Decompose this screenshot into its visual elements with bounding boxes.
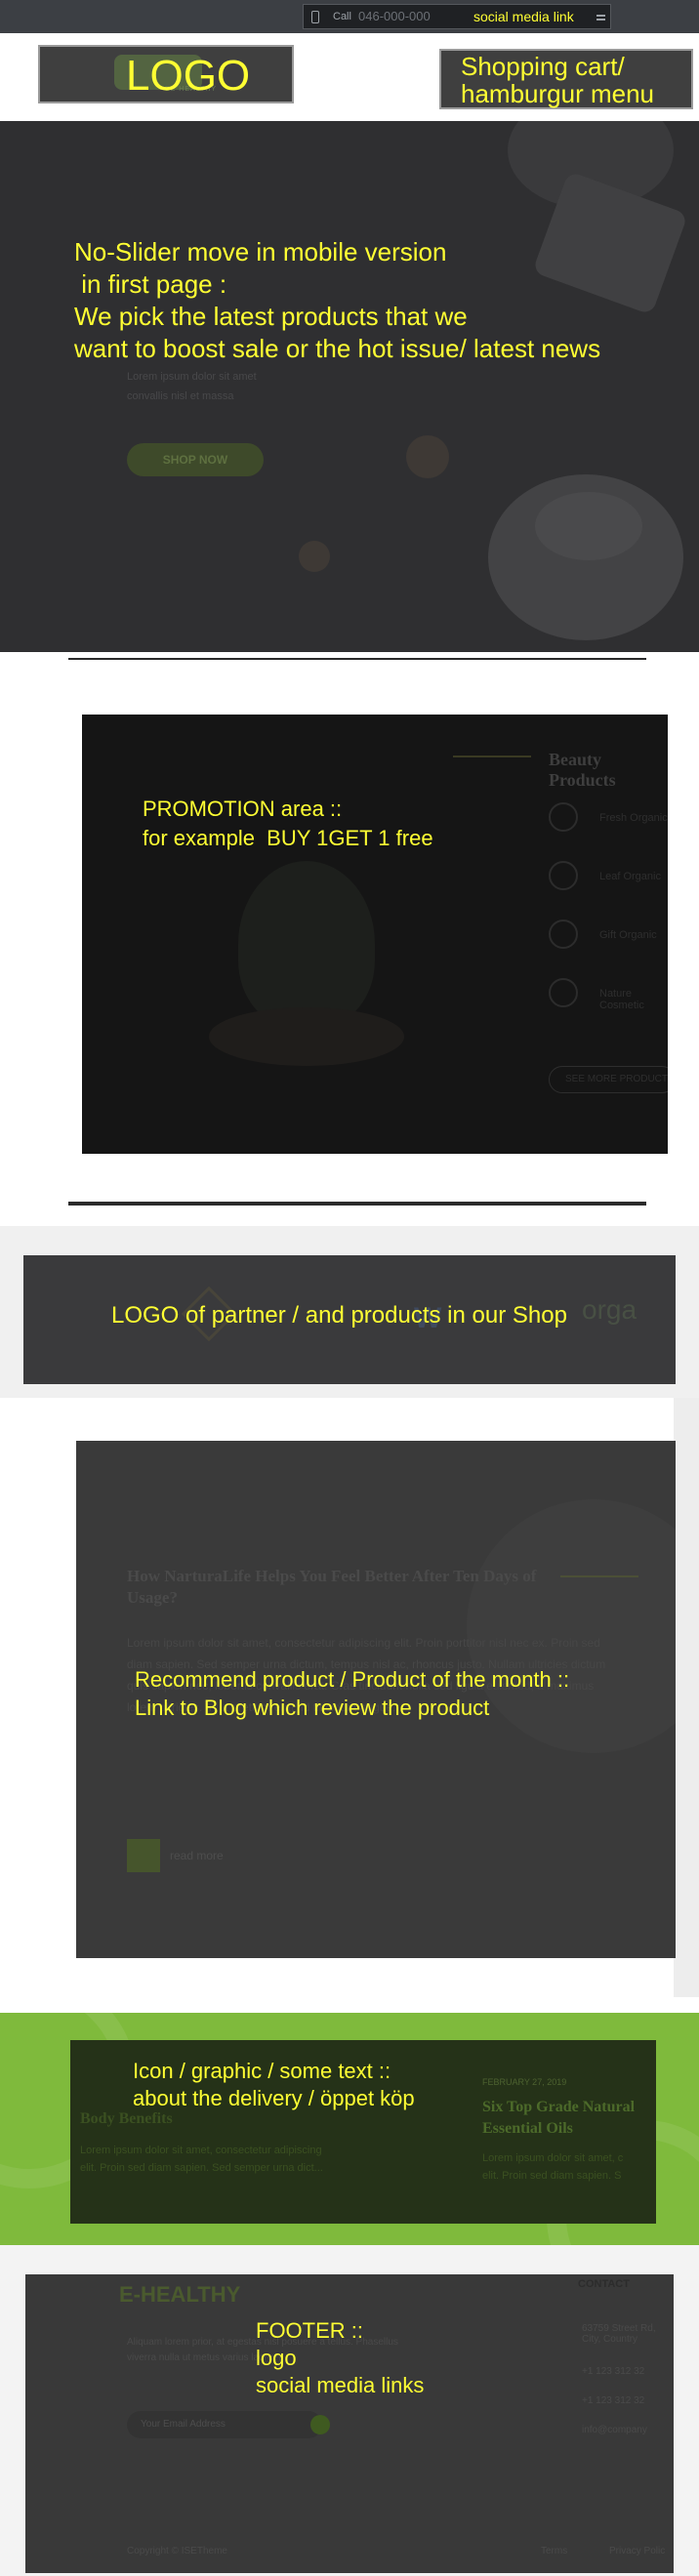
promo-feature: Fresh Organic (599, 812, 668, 824)
logo-placeholder[interactable]: BE HEALTHY LOGO (38, 45, 294, 103)
section-gap (0, 1997, 699, 2013)
post-excerpt: Lorem ipsum dolor sit amet, consectetur … (80, 2145, 323, 2174)
post-excerpt: Lorem ipsum dolor sit amet, c elit. Proi… (482, 2152, 624, 2182)
promotion-annotation: PROMOTION area :: for example BUY 1GET 1… (143, 797, 433, 850)
leaf-icon (549, 861, 578, 890)
terms-link[interactable]: Terms (541, 2546, 567, 2556)
phone-icon (311, 11, 319, 23)
arrow-right-icon[interactable] (127, 1839, 160, 1872)
promo-feature: Nature Cosmetic (599, 988, 644, 1011)
menu-icon[interactable] (596, 15, 605, 20)
hero-body-text: convallis nisl et massa (127, 390, 234, 402)
call-label: Call (333, 11, 351, 22)
blog-title[interactable]: How NarturaLife Helps You Feel Better Af… (127, 1566, 547, 1609)
basket-icon (549, 802, 578, 832)
post-title[interactable]: Body Benefits (80, 2110, 173, 2128)
privacy-link[interactable]: Privacy Polic (609, 2546, 665, 2556)
social-media-link-annotation[interactable]: social media link (473, 9, 574, 25)
plant-image (238, 861, 375, 1027)
delivery-annotation: Icon / graphic / some text :: about the … (133, 2059, 415, 2110)
post-title[interactable]: Six Top Grade Natural Essential Oils (482, 2097, 656, 2140)
cosmetic-icon (549, 978, 578, 1007)
partner-logo[interactable]: orga (582, 1294, 637, 1326)
section-divider (68, 1202, 646, 1206)
recommend-section: How NarturaLife Helps You Feel Better Af… (0, 1398, 699, 1997)
delivery-section: FEBRUARY 27, 2019 Body Benefits Six Top … (0, 2013, 699, 2245)
gift-icon (549, 920, 578, 949)
email-input[interactable]: Your Email Address (127, 2411, 322, 2438)
subscribe-arrow-icon[interactable] (310, 2415, 330, 2434)
hero-banner: Lorem ipsum dolor sit amet convallis nis… (0, 121, 699, 652)
promotion-area[interactable]: Beauty Products Fresh Organic Leaf Organ… (82, 715, 668, 1154)
promo-feature: Gift Organic (599, 929, 657, 941)
recommend-annotation: Recommend product / Product of the month… (135, 1667, 570, 1720)
read-more-link[interactable]: read more (170, 1849, 224, 1862)
copyright-text: Copyright © ISETheme (127, 2546, 227, 2556)
promo-side-title: Beauty Products (549, 750, 616, 790)
promo-feature: Leaf Organic (599, 871, 661, 882)
email-link[interactable]: info@company (582, 2425, 647, 2435)
partner-logos-area: W orga LOGO of partner / and products in… (23, 1255, 676, 1384)
header: BE HEALTHY LOGO Shopping cart/ hamburgur… (0, 33, 699, 121)
wave-divider (560, 1575, 638, 1577)
mobile-text: +1 123 312 32 (582, 2395, 645, 2406)
shopping-cart-menu-placeholder[interactable]: Shopping cart/ hamburgur menu (439, 49, 693, 109)
logo-annotation: LOGO (126, 52, 251, 100)
phone-text: +1 123 312 32 (582, 2366, 645, 2377)
post-date: FEBRUARY 27, 2019 (482, 2077, 567, 2087)
wooden-ball-image (406, 435, 449, 478)
wave-divider (453, 756, 531, 757)
contact-heading: CONTACT (578, 2278, 630, 2290)
recommend-product-area: How NarturaLife Helps You Feel Better Af… (76, 1441, 676, 1958)
hero-body-text: Lorem ipsum dolor sit amet (127, 371, 257, 383)
scrollbar[interactable] (674, 1398, 699, 1997)
top-bar-inner: Call 046-000-000 social media link (303, 4, 611, 29)
wooden-ball-image (299, 541, 330, 572)
footer-section: E-HEALTHY Aliquam lorem prior, at egesta… (0, 2245, 699, 2576)
cart-menu-annotation: Shopping cart/ hamburgur menu (461, 52, 654, 108)
address-text: 63759 Street Rd, City, Country (582, 2323, 656, 2345)
shop-now-button[interactable]: SHOP NOW (127, 443, 264, 476)
delivery-info-area: FEBRUARY 27, 2019 Body Benefits Six Top … (70, 2040, 656, 2224)
footer-annotation: FOOTER :: logo social media links (256, 2318, 425, 2397)
partners-annotation: LOGO of partner / and products in our Sh… (111, 1302, 567, 1329)
footer-area: E-HEALTHY Aliquam lorem prior, at egesta… (25, 2274, 674, 2573)
soil-image (209, 1007, 404, 1066)
phone-number[interactable]: 046-000-000 (358, 9, 431, 23)
candle-top-image (535, 492, 642, 560)
section-divider (68, 658, 646, 660)
see-more-products-button[interactable]: SEE MORE PRODUCTS (549, 1066, 668, 1093)
partners-section: W orga LOGO of partner / and products in… (0, 1226, 699, 1398)
hero-annotation: No-Slider move in mobile version in firs… (74, 237, 601, 363)
top-bar: Call 046-000-000 social media link (0, 0, 699, 33)
